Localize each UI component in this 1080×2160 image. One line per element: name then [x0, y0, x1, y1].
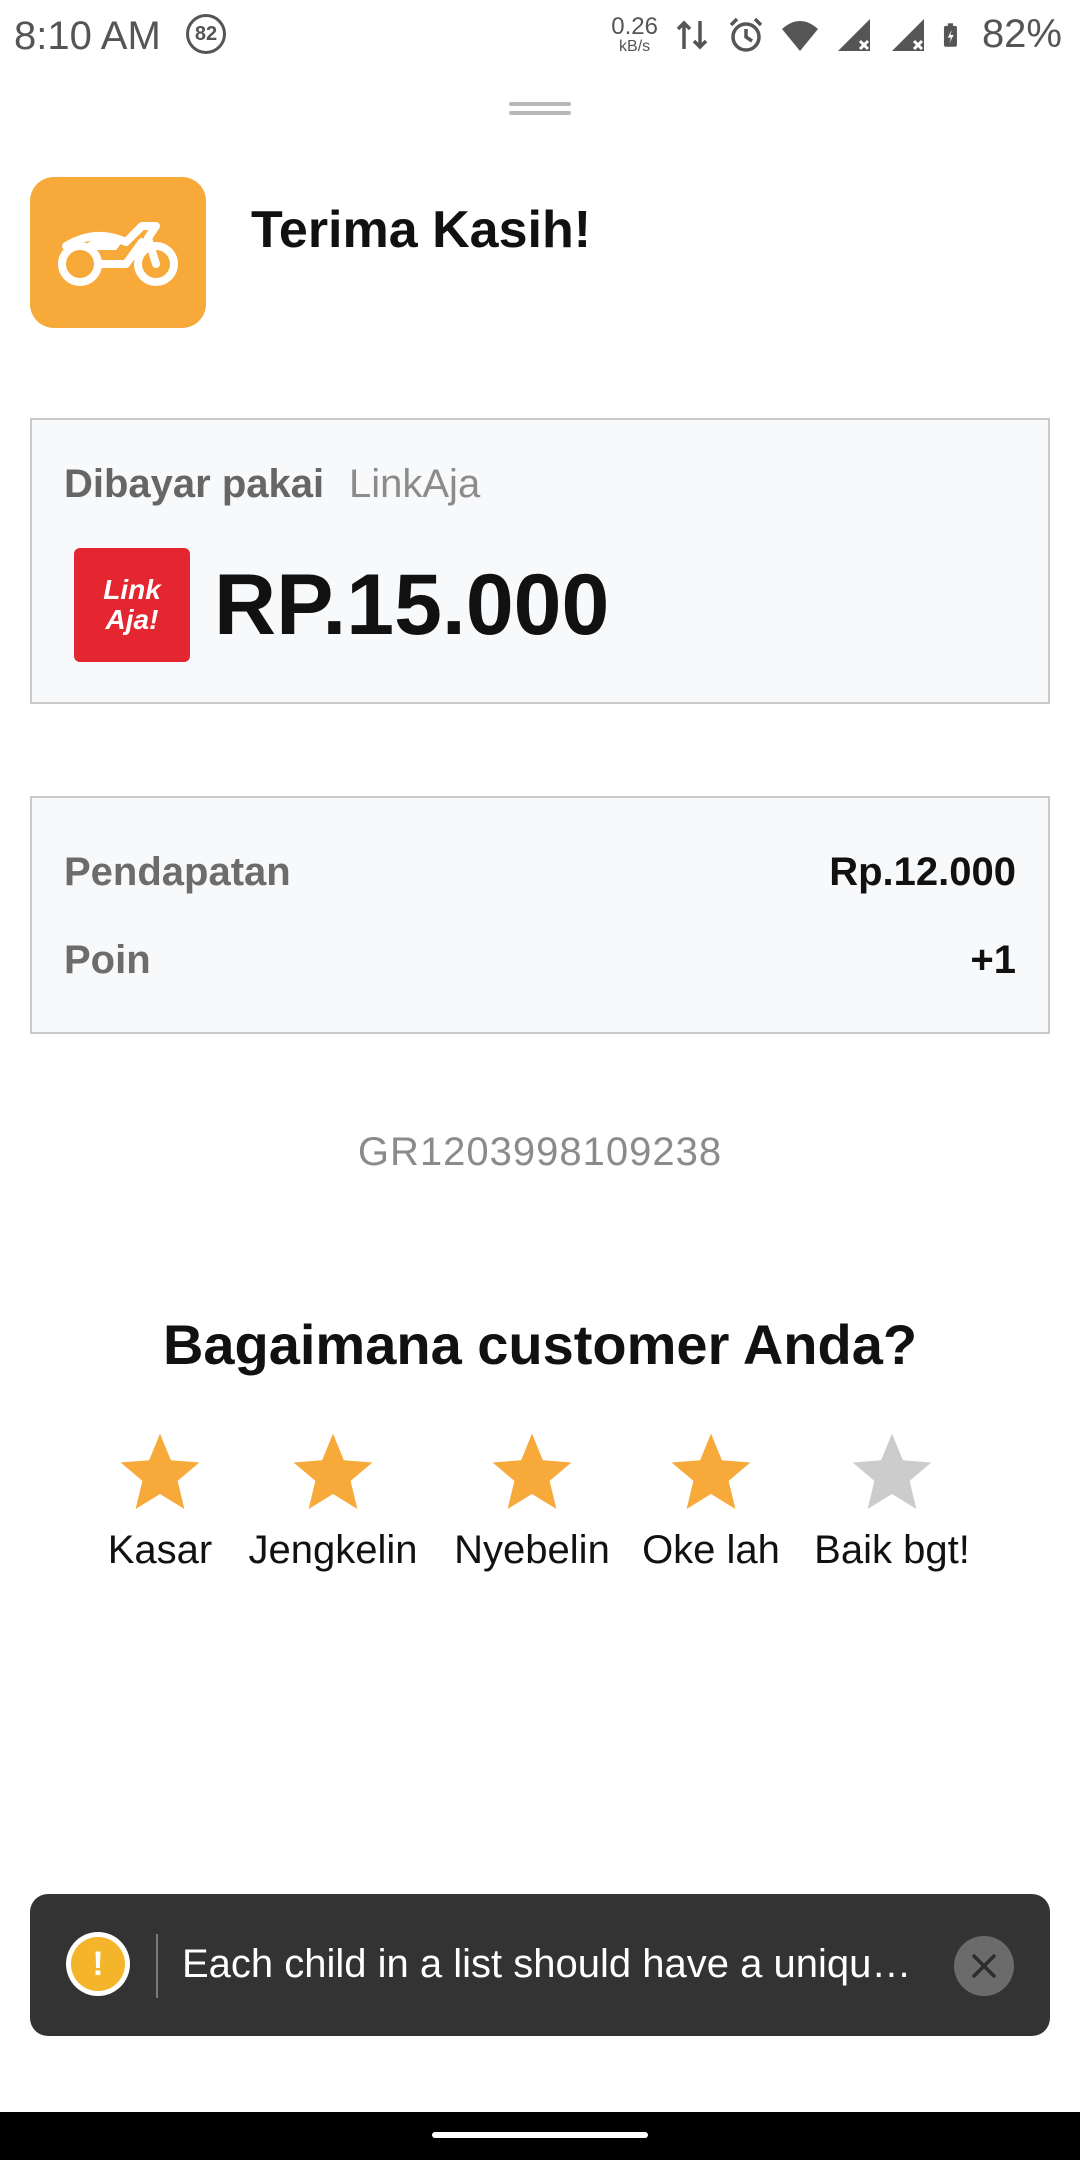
- star-icon: [120, 1433, 200, 1509]
- rating-star-label: Oke lah: [642, 1528, 780, 1572]
- earnings-row: Pendapatan Rp.12.000: [64, 850, 1016, 895]
- earnings-row-label: Pendapatan: [64, 850, 291, 894]
- network-speed-value: 0.26: [611, 12, 658, 40]
- drag-line-bottom: [509, 111, 571, 115]
- page-title: Terima Kasih!: [251, 201, 592, 259]
- network-speed: 0.26 kB/s: [611, 12, 658, 55]
- rating-star-label: Nyebelin: [454, 1528, 610, 1572]
- toast-divider: [156, 1934, 158, 1998]
- earnings-card: Pendapatan Rp.12.000 Poin +1: [30, 796, 1050, 1034]
- rating-star-1[interactable]: Kasar: [60, 1428, 260, 1573]
- toast-message: Each child in a list should have a uniqu…: [182, 1942, 912, 1986]
- sheet-drag-handle[interactable]: [509, 102, 571, 116]
- payment-method: LinkAja: [349, 462, 481, 506]
- close-icon: [972, 1954, 996, 1978]
- rating-star-2[interactable]: Jengkelin: [233, 1428, 433, 1573]
- status-bar: 8:10 AM 82 0.26 kB/s 82%: [0, 0, 1080, 76]
- linkaja-logo-line2: Aja!: [105, 604, 159, 635]
- notification-count-badge: 82: [186, 14, 226, 54]
- wifi-icon: [781, 20, 818, 51]
- rating-star-5[interactable]: Baik bgt!: [792, 1428, 992, 1573]
- toast-close-button[interactable]: [954, 1936, 1014, 1996]
- rating-star-3[interactable]: Nyebelin: [432, 1428, 632, 1573]
- home-gesture-pill[interactable]: [432, 2132, 648, 2138]
- payment-label: Dibayar pakai: [64, 462, 325, 506]
- star-icon: [671, 1433, 751, 1509]
- linkaja-logo-line1: Link: [103, 574, 161, 605]
- points-row-value: +1: [970, 938, 1016, 982]
- signal-icon-2: [891, 18, 924, 51]
- network-speed-unit: kB/s: [619, 37, 651, 55]
- order-id: GR1203998109238: [357, 1130, 723, 1174]
- service-icon-tile: [30, 177, 206, 328]
- signal-icon-1: [837, 18, 870, 51]
- payment-amount: RP.15.000: [214, 557, 610, 653]
- data-transfer-icon: [676, 20, 708, 49]
- rating-question: Bagaimana customer Anda?: [162, 1313, 918, 1376]
- status-time: 8:10 AM: [14, 14, 161, 58]
- rating-star-label: Kasar: [107, 1528, 213, 1572]
- payment-card: Dibayar pakai LinkAja Link Aja! RP.15.00…: [30, 418, 1050, 704]
- navigation-bar: [0, 2112, 1080, 2160]
- points-row: Poin +1: [64, 938, 1016, 983]
- earnings-row-value: Rp.12.000: [829, 850, 1016, 894]
- rating-star-4[interactable]: Oke lah: [611, 1428, 811, 1573]
- warning-toast[interactable]: ! Each child in a list should have a uni…: [30, 1894, 1050, 2036]
- points-row-label: Poin: [64, 938, 151, 982]
- rating-star-label: Baik bgt!: [814, 1528, 970, 1572]
- motorbike-icon: [58, 221, 178, 286]
- battery-percent: 82%: [981, 12, 1062, 56]
- status-icons: 0.26 kB/s 82%: [611, 12, 1062, 57]
- drag-line-top: [509, 102, 571, 106]
- star-icon: [492, 1433, 572, 1509]
- battery-charging-icon: [943, 22, 957, 47]
- star-icon: [293, 1433, 373, 1509]
- linkaja-logo: Link Aja!: [74, 548, 190, 662]
- rating-stars: Kasar Jengkelin Nyebelin Oke lah Baik bg…: [0, 1428, 1080, 1588]
- warning-icon: !: [66, 1932, 130, 1996]
- rating-star-label: Jengkelin: [248, 1528, 418, 1572]
- star-icon: [852, 1433, 932, 1509]
- alarm-icon: [729, 17, 763, 52]
